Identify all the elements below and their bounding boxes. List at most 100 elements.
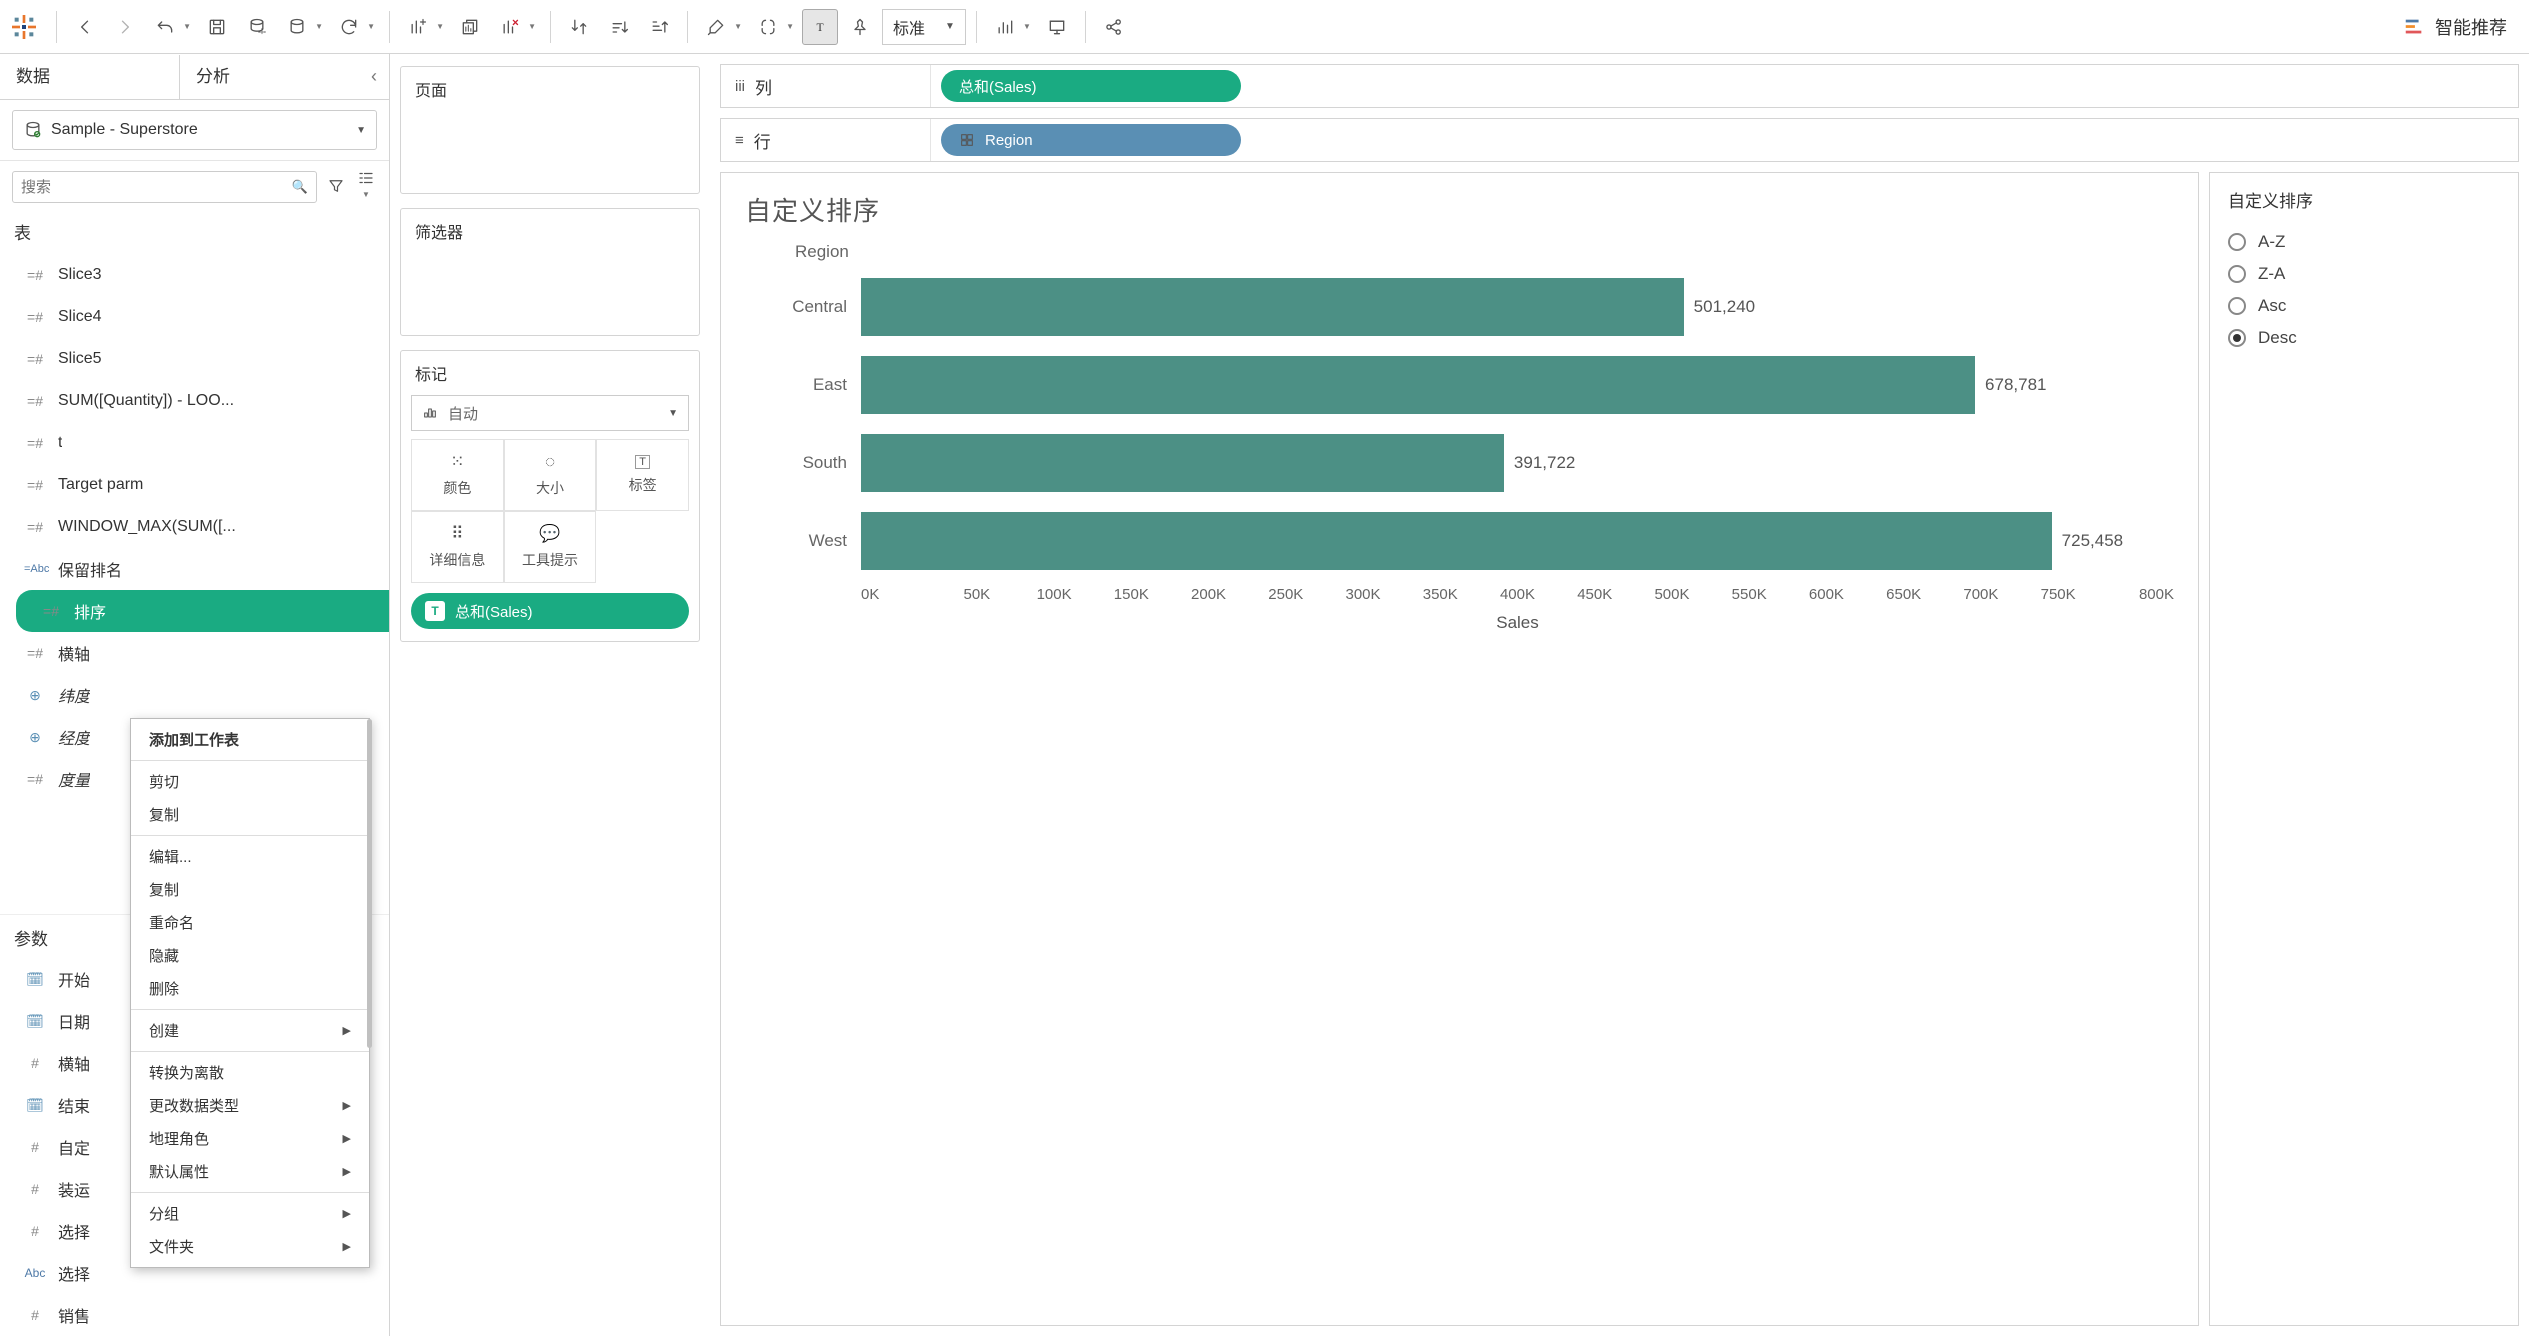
- group-button[interactable]: ▼: [750, 9, 798, 45]
- menu-item[interactable]: 复制: [131, 873, 369, 906]
- bar-row[interactable]: South391,722: [745, 424, 2174, 502]
- axis-tick: 800K: [2097, 586, 2174, 603]
- columns-shelf[interactable]: iii列 总和(Sales): [720, 64, 2519, 108]
- smart-recommend-button[interactable]: 智能推荐: [2389, 14, 2521, 40]
- menu-item[interactable]: 地理角色▶: [131, 1122, 369, 1155]
- tab-data[interactable]: 数据: [0, 55, 180, 99]
- marks-color-button[interactable]: ⁙颜色: [411, 439, 504, 511]
- main-toolbar: ▼ ▼ ▼ ▼ ▼ ▼ ▼ T 标准 ▼ ▼ 智能推荐: [0, 0, 2529, 54]
- menu-item[interactable]: 重命名: [131, 906, 369, 939]
- save-button[interactable]: [199, 9, 235, 45]
- presentation-button[interactable]: [1039, 9, 1075, 45]
- highlight-button[interactable]: ▼: [698, 9, 746, 45]
- show-cards-button[interactable]: ▼: [987, 9, 1035, 45]
- menu-item[interactable]: 删除: [131, 972, 369, 1005]
- menu-item[interactable]: 剪切: [131, 765, 369, 798]
- menu-item[interactable]: 文件夹▶: [131, 1230, 369, 1263]
- pages-shelf[interactable]: 页面: [400, 66, 700, 194]
- field-item[interactable]: =#Slice4: [0, 296, 389, 338]
- marks-pill-sales[interactable]: T 总和(Sales): [411, 593, 689, 629]
- field-item[interactable]: =#t: [0, 422, 389, 464]
- radio-icon: [2228, 265, 2246, 283]
- tableau-logo-icon[interactable]: [8, 11, 40, 43]
- param-item[interactable]: #销售: [0, 1294, 389, 1336]
- duplicate-sheet-button[interactable]: [452, 9, 488, 45]
- pin-button[interactable]: [842, 9, 878, 45]
- field-item[interactable]: =#SUM([Quantity]) - LOO...: [0, 380, 389, 422]
- menu-item[interactable]: 更改数据类型▶: [131, 1089, 369, 1122]
- rows-pill-region[interactable]: Region: [941, 124, 1241, 156]
- submenu-arrow-icon: ▶: [343, 1132, 351, 1145]
- new-datasource-button[interactable]: [239, 9, 275, 45]
- pages-label: 页面: [401, 67, 699, 111]
- marks-detail-button[interactable]: ⠿详细信息: [411, 511, 504, 583]
- undo-button[interactable]: ▼: [147, 9, 195, 45]
- datasource-selector[interactable]: Sample - Superstore ▼: [12, 110, 377, 150]
- mark-type-selector[interactable]: 自动 ▼: [411, 395, 689, 431]
- field-label: 保留排名: [58, 557, 122, 581]
- clear-sheet-button[interactable]: ▼: [492, 9, 540, 45]
- collapse-sidebar-icon[interactable]: ‹: [359, 66, 389, 87]
- param-option[interactable]: Z-A: [2228, 258, 2500, 290]
- bar-row[interactable]: West725,458: [745, 502, 2174, 580]
- menu-item[interactable]: 创建▶: [131, 1014, 369, 1047]
- menu-item[interactable]: 分组▶: [131, 1197, 369, 1230]
- bar[interactable]: [861, 278, 1684, 336]
- param-option[interactable]: Desc: [2228, 322, 2500, 354]
- bar[interactable]: [861, 356, 1975, 414]
- bar-row[interactable]: Central501,240: [745, 268, 2174, 346]
- rows-shelf[interactable]: ≡行 Region: [720, 118, 2519, 162]
- axis-tick: 250K: [1247, 586, 1324, 603]
- filters-shelf[interactable]: 筛选器: [400, 208, 700, 336]
- show-labels-button[interactable]: T: [802, 9, 838, 45]
- bar-row[interactable]: East678,781: [745, 346, 2174, 424]
- fit-selector-label: 标准: [893, 15, 925, 39]
- field-item[interactable]: =#横轴: [0, 632, 389, 674]
- bar-category-label: West: [745, 531, 861, 551]
- back-button[interactable]: [67, 9, 103, 45]
- bar[interactable]: [861, 434, 1504, 492]
- bar[interactable]: [861, 512, 2052, 570]
- filter-fields-icon[interactable]: [325, 177, 347, 198]
- field-item[interactable]: =#WINDOW_MAX(SUM([...: [0, 506, 389, 548]
- field-item[interactable]: =#排序: [16, 590, 389, 632]
- field-label: 排序: [74, 599, 106, 623]
- menu-item[interactable]: 默认属性▶: [131, 1155, 369, 1188]
- sort-desc-button[interactable]: [641, 9, 677, 45]
- field-item[interactable]: ⊕纬度: [0, 674, 389, 716]
- sort-asc-button[interactable]: [601, 9, 637, 45]
- share-button[interactable]: [1096, 9, 1132, 45]
- columns-icon: iii: [735, 78, 745, 95]
- refresh-button[interactable]: ▼: [331, 9, 379, 45]
- new-sheet-button[interactable]: ▼: [400, 9, 448, 45]
- axis-tick: 450K: [1556, 586, 1633, 603]
- marks-tooltip-button[interactable]: 💬工具提示: [504, 511, 597, 583]
- search-input[interactable]: [21, 179, 292, 196]
- param-option[interactable]: Asc: [2228, 290, 2500, 322]
- param-option[interactable]: A-Z: [2228, 226, 2500, 258]
- tab-analysis[interactable]: 分析: [180, 55, 359, 99]
- field-item[interactable]: =#Slice3: [0, 254, 389, 296]
- marks-label-button[interactable]: T标签: [596, 439, 689, 511]
- menu-item[interactable]: 转换为离散: [131, 1056, 369, 1089]
- menu-item[interactable]: 复制: [131, 798, 369, 831]
- menu-item[interactable]: 隐藏: [131, 939, 369, 972]
- field-item[interactable]: =#Target parm: [0, 464, 389, 506]
- swap-button[interactable]: [561, 9, 597, 45]
- marks-size-button[interactable]: ◌大小: [504, 439, 597, 511]
- bar-chart[interactable]: Central501,240East678,781South391,722Wes…: [745, 268, 2174, 580]
- viz-title[interactable]: 自定义排序: [745, 191, 2174, 228]
- view-options-icon[interactable]: ▼: [355, 169, 377, 205]
- context-menu-scrollbar[interactable]: [367, 719, 372, 1267]
- menu-item[interactable]: 编辑...: [131, 840, 369, 873]
- field-item[interactable]: =#Slice5: [0, 338, 389, 380]
- fit-selector[interactable]: 标准 ▼: [882, 9, 966, 45]
- marks-label: 标记: [401, 351, 699, 395]
- field-item[interactable]: =Abc保留排名: [0, 548, 389, 590]
- pause-data-button[interactable]: ▼: [279, 9, 327, 45]
- menu-item[interactable]: 添加到工作表: [131, 723, 369, 756]
- columns-pill-sales[interactable]: 总和(Sales): [941, 70, 1241, 102]
- field-search-box[interactable]: 🔍: [12, 171, 317, 203]
- forward-button[interactable]: [107, 9, 143, 45]
- param-label: 销售: [58, 1303, 90, 1327]
